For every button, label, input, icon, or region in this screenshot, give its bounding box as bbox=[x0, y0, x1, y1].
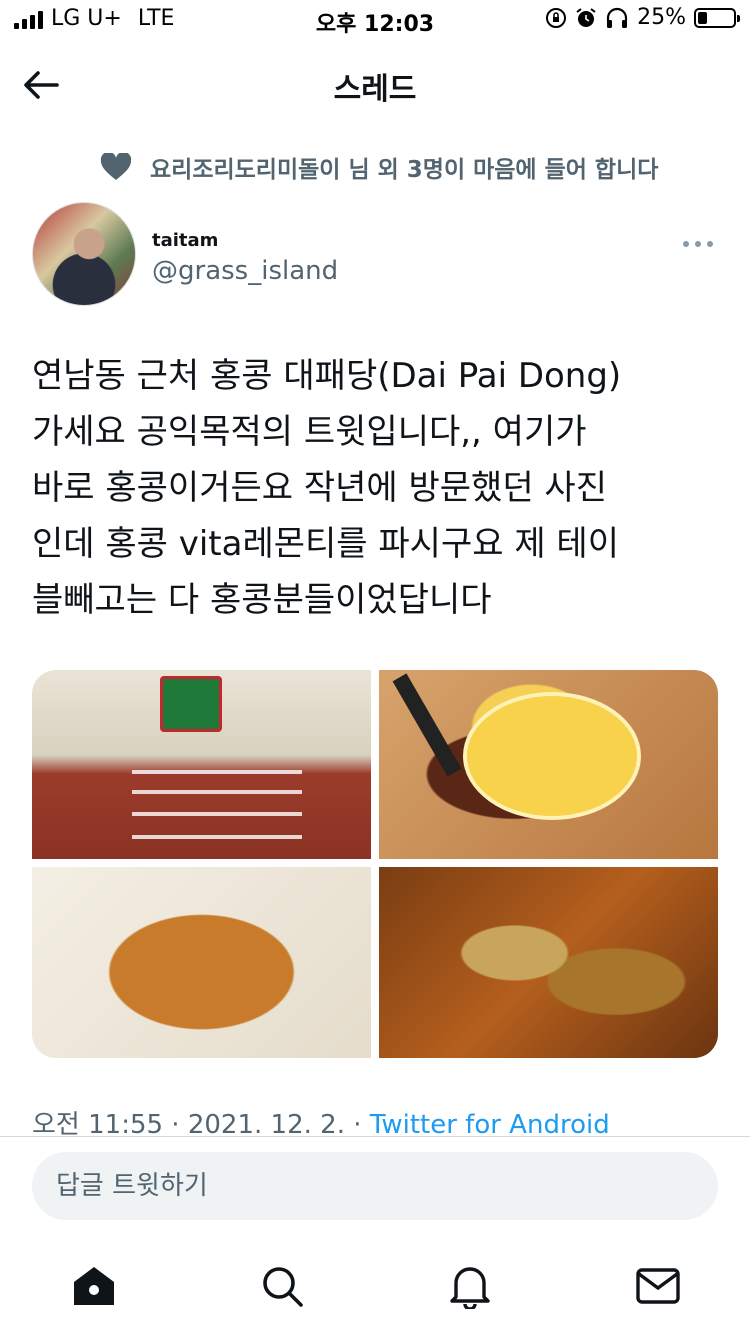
divider bbox=[0, 1136, 750, 1137]
heart-icon bbox=[100, 153, 132, 181]
avatar[interactable] bbox=[32, 202, 136, 306]
fried-squid-photo[interactable] bbox=[32, 867, 371, 1058]
reply-input[interactable]: 답글 트윗하기 bbox=[32, 1152, 718, 1220]
author-name[interactable]: taitam bbox=[152, 230, 218, 251]
page-title: 스레드 bbox=[333, 72, 417, 107]
tab-home[interactable] bbox=[70, 1262, 118, 1310]
status-right: 25% bbox=[545, 5, 740, 30]
tab-search[interactable] bbox=[258, 1262, 306, 1310]
tweet-author: taitam @grass_island bbox=[32, 202, 718, 312]
author-handle[interactable]: @grass_island bbox=[152, 256, 338, 286]
search-icon bbox=[263, 1267, 303, 1307]
more-dots-icon bbox=[683, 241, 713, 247]
clams-photo[interactable] bbox=[379, 867, 718, 1058]
rotation-lock-icon bbox=[546, 7, 567, 28]
home-icon bbox=[74, 1267, 114, 1305]
battery-percent: 25% bbox=[637, 5, 686, 30]
bottom-tab-bar bbox=[0, 1250, 750, 1334]
status-bar: LG U+ LTE 오후 12:03 25% bbox=[0, 0, 750, 40]
lemon-tea-photo[interactable] bbox=[379, 670, 718, 859]
mail-icon bbox=[636, 1268, 680, 1304]
stairs-photo[interactable] bbox=[32, 670, 371, 859]
tweet-text: 연남동 근처 홍콩 대패당(Dai Pai Dong) 가세요 공익목적의 트윗… bbox=[32, 356, 622, 620]
more-options-button[interactable] bbox=[682, 230, 714, 255]
top-header: 스레드 bbox=[0, 40, 750, 128]
tab-notifications[interactable] bbox=[446, 1262, 494, 1310]
social-context[interactable]: 요리조리도리미돌이 님 외 3명이 마음에 들어 합니다 bbox=[100, 150, 658, 184]
tab-messages[interactable] bbox=[634, 1262, 682, 1310]
battery-icon bbox=[694, 7, 740, 28]
bell-icon bbox=[450, 1267, 490, 1309]
media-grid bbox=[32, 670, 718, 1058]
social-context-text: 요리조리도리미돌이 님 외 3명이 마음에 들어 합니다 bbox=[150, 157, 659, 183]
headphones-icon bbox=[606, 7, 628, 28]
alarm-icon bbox=[576, 7, 596, 27]
